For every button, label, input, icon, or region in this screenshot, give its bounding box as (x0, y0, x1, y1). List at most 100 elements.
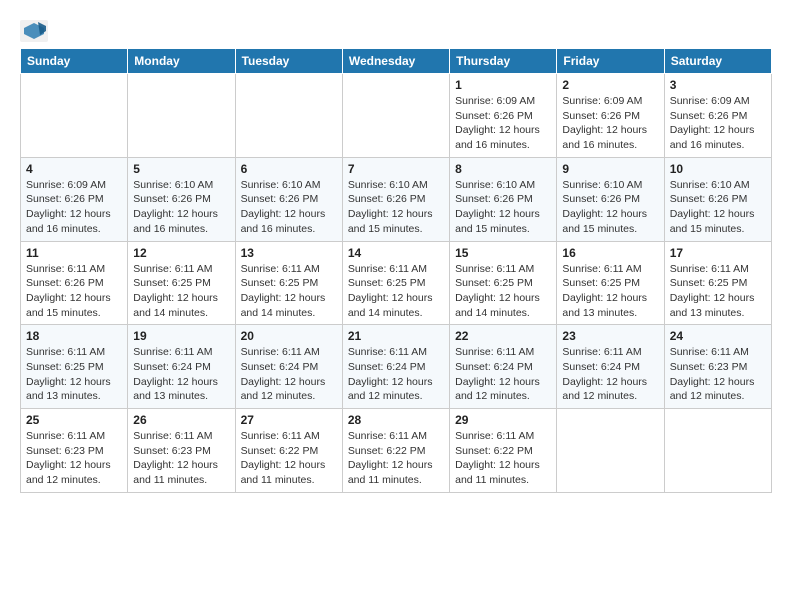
day-number: 22 (455, 329, 551, 343)
day-number: 8 (455, 162, 551, 176)
calendar-cell: 27Sunrise: 6:11 AMSunset: 6:22 PMDayligh… (235, 409, 342, 493)
calendar-cell: 2 Sunrise: 6:09 AMSunset: 6:26 PMDaylight… (557, 74, 664, 158)
day-info: Sunrise: 6:11 AMSunset: 6:22 PMDaylight:… (455, 429, 551, 488)
calendar-cell: 3 Sunrise: 6:09 AMSunset: 6:26 PMDaylight… (664, 74, 771, 158)
calendar-cell: 19 Sunrise: 6:11 AMSunset: 6:24 PMDayligh… (128, 325, 235, 409)
calendar-cell: 23 Sunrise: 6:11 AMSunset: 6:24 PMDayligh… (557, 325, 664, 409)
day-info: Sunrise: 6:10 AMSunset: 6:26 PMDaylight:… (670, 178, 766, 237)
day-number: 1 (455, 78, 551, 92)
day-info: Sunrise: 6:09 AMSunset: 6:26 PMDaylight:… (26, 178, 122, 237)
day-info: Sunrise: 6:11 AMSunset: 6:22 PMDaylight:… (348, 429, 444, 488)
day-info: Sunrise: 6:09 AMSunset: 6:26 PMDaylight:… (562, 94, 658, 153)
day-info: Sunrise: 6:11 AMSunset: 6:25 PMDaylight:… (455, 262, 551, 321)
calendar-week-row: 4 Sunrise: 6:09 AMSunset: 6:26 PMDaylight… (21, 157, 772, 241)
calendar-cell: 26 Sunrise: 6:11 AMSunset: 6:23 PMDayligh… (128, 409, 235, 493)
day-number: 23 (562, 329, 658, 343)
weekday-header-friday: Friday (557, 49, 664, 74)
logo-icon (20, 20, 48, 42)
day-number: 20 (241, 329, 337, 343)
day-info: Sunrise: 6:11 AMSunset: 6:25 PMDaylight:… (348, 262, 444, 321)
day-number: 3 (670, 78, 766, 92)
calendar-week-row: 18Sunrise: 6:11 AMSunset: 6:25 PMDayligh… (21, 325, 772, 409)
day-info: Sunrise: 6:09 AMSunset: 6:26 PMDaylight:… (455, 94, 551, 153)
day-number: 14 (348, 246, 444, 260)
calendar-cell: 6 Sunrise: 6:10 AMSunset: 6:26 PMDaylight… (235, 157, 342, 241)
calendar-cell: 4 Sunrise: 6:09 AMSunset: 6:26 PMDaylight… (21, 157, 128, 241)
day-info: Sunrise: 6:11 AMSunset: 6:24 PMDaylight:… (241, 345, 337, 404)
calendar-cell: 11 Sunrise: 6:11 AMSunset: 6:26 PMDayligh… (21, 241, 128, 325)
calendar-cell (128, 74, 235, 158)
day-number: 24 (670, 329, 766, 343)
calendar-week-row: 11 Sunrise: 6:11 AMSunset: 6:26 PMDayligh… (21, 241, 772, 325)
weekday-header-wednesday: Wednesday (342, 49, 449, 74)
calendar-week-row: 1 Sunrise: 6:09 AMSunset: 6:26 PMDaylight… (21, 74, 772, 158)
calendar-cell: 18Sunrise: 6:11 AMSunset: 6:25 PMDayligh… (21, 325, 128, 409)
calendar-cell (21, 74, 128, 158)
weekday-header-thursday: Thursday (450, 49, 557, 74)
day-number: 11 (26, 246, 122, 260)
weekday-header-monday: Monday (128, 49, 235, 74)
calendar-cell: 22Sunrise: 6:11 AMSunset: 6:24 PMDayligh… (450, 325, 557, 409)
calendar-cell (664, 409, 771, 493)
calendar-cell: 21 Sunrise: 6:11 AMSunset: 6:24 PMDayligh… (342, 325, 449, 409)
weekday-header-sunday: Sunday (21, 49, 128, 74)
day-number: 19 (133, 329, 229, 343)
calendar-cell: 8 Sunrise: 6:10 AMSunset: 6:26 PMDaylight… (450, 157, 557, 241)
day-info: Sunrise: 6:10 AMSunset: 6:26 PMDaylight:… (241, 178, 337, 237)
calendar-cell (557, 409, 664, 493)
day-number: 15 (455, 246, 551, 260)
weekday-header-tuesday: Tuesday (235, 49, 342, 74)
calendar-cell (235, 74, 342, 158)
day-info: Sunrise: 6:09 AMSunset: 6:26 PMDaylight:… (670, 94, 766, 153)
day-info: Sunrise: 6:11 AMSunset: 6:25 PMDaylight:… (562, 262, 658, 321)
day-info: Sunrise: 6:11 AMSunset: 6:25 PMDaylight:… (26, 345, 122, 404)
day-info: Sunrise: 6:11 AMSunset: 6:23 PMDaylight:… (670, 345, 766, 404)
day-info: Sunrise: 6:10 AMSunset: 6:26 PMDaylight:… (348, 178, 444, 237)
day-number: 7 (348, 162, 444, 176)
calendar-cell: 17Sunrise: 6:11 AMSunset: 6:25 PMDayligh… (664, 241, 771, 325)
logo (20, 20, 52, 42)
day-info: Sunrise: 6:11 AMSunset: 6:25 PMDaylight:… (241, 262, 337, 321)
day-info: Sunrise: 6:11 AMSunset: 6:25 PMDaylight:… (133, 262, 229, 321)
day-number: 6 (241, 162, 337, 176)
day-info: Sunrise: 6:11 AMSunset: 6:25 PMDaylight:… (670, 262, 766, 321)
day-info: Sunrise: 6:11 AMSunset: 6:24 PMDaylight:… (562, 345, 658, 404)
weekday-header-saturday: Saturday (664, 49, 771, 74)
calendar-cell: 9Sunrise: 6:10 AMSunset: 6:26 PMDaylight… (557, 157, 664, 241)
calendar-cell: 24 Sunrise: 6:11 AMSunset: 6:23 PMDayligh… (664, 325, 771, 409)
day-number: 28 (348, 413, 444, 427)
day-info: Sunrise: 6:11 AMSunset: 6:26 PMDaylight:… (26, 262, 122, 321)
day-info: Sunrise: 6:11 AMSunset: 6:24 PMDaylight:… (348, 345, 444, 404)
calendar-cell: 10 Sunrise: 6:10 AMSunset: 6:26 PMDayligh… (664, 157, 771, 241)
day-number: 10 (670, 162, 766, 176)
calendar-cell: 28 Sunrise: 6:11 AMSunset: 6:22 PMDayligh… (342, 409, 449, 493)
calendar-table: SundayMondayTuesdayWednesdayThursdayFrid… (20, 48, 772, 493)
day-number: 12 (133, 246, 229, 260)
day-number: 16 (562, 246, 658, 260)
calendar-cell: 20 Sunrise: 6:11 AMSunset: 6:24 PMDayligh… (235, 325, 342, 409)
day-number: 29 (455, 413, 551, 427)
day-number: 26 (133, 413, 229, 427)
day-number: 21 (348, 329, 444, 343)
day-number: 2 (562, 78, 658, 92)
day-number: 13 (241, 246, 337, 260)
calendar-cell: 25Sunrise: 6:11 AMSunset: 6:23 PMDayligh… (21, 409, 128, 493)
day-number: 4 (26, 162, 122, 176)
day-info: Sunrise: 6:11 AMSunset: 6:24 PMDaylight:… (133, 345, 229, 404)
day-info: Sunrise: 6:10 AMSunset: 6:26 PMDaylight:… (455, 178, 551, 237)
calendar-cell (342, 74, 449, 158)
day-info: Sunrise: 6:11 AMSunset: 6:22 PMDaylight:… (241, 429, 337, 488)
day-info: Sunrise: 6:10 AMSunset: 6:26 PMDaylight:… (133, 178, 229, 237)
day-info: Sunrise: 6:11 AMSunset: 6:23 PMDaylight:… (26, 429, 122, 488)
calendar-cell: 14 Sunrise: 6:11 AMSunset: 6:25 PMDayligh… (342, 241, 449, 325)
day-info: Sunrise: 6:11 AMSunset: 6:23 PMDaylight:… (133, 429, 229, 488)
calendar-cell: 13 Sunrise: 6:11 AMSunset: 6:25 PMDayligh… (235, 241, 342, 325)
calendar-cell: 12 Sunrise: 6:11 AMSunset: 6:25 PMDayligh… (128, 241, 235, 325)
day-info: Sunrise: 6:10 AMSunset: 6:26 PMDaylight:… (562, 178, 658, 237)
day-number: 5 (133, 162, 229, 176)
calendar-cell: 7 Sunrise: 6:10 AMSunset: 6:26 PMDaylight… (342, 157, 449, 241)
calendar-header-row: SundayMondayTuesdayWednesdayThursdayFrid… (21, 49, 772, 74)
calendar-cell: 16 Sunrise: 6:11 AMSunset: 6:25 PMDayligh… (557, 241, 664, 325)
calendar-week-row: 25Sunrise: 6:11 AMSunset: 6:23 PMDayligh… (21, 409, 772, 493)
page-header (20, 16, 772, 42)
